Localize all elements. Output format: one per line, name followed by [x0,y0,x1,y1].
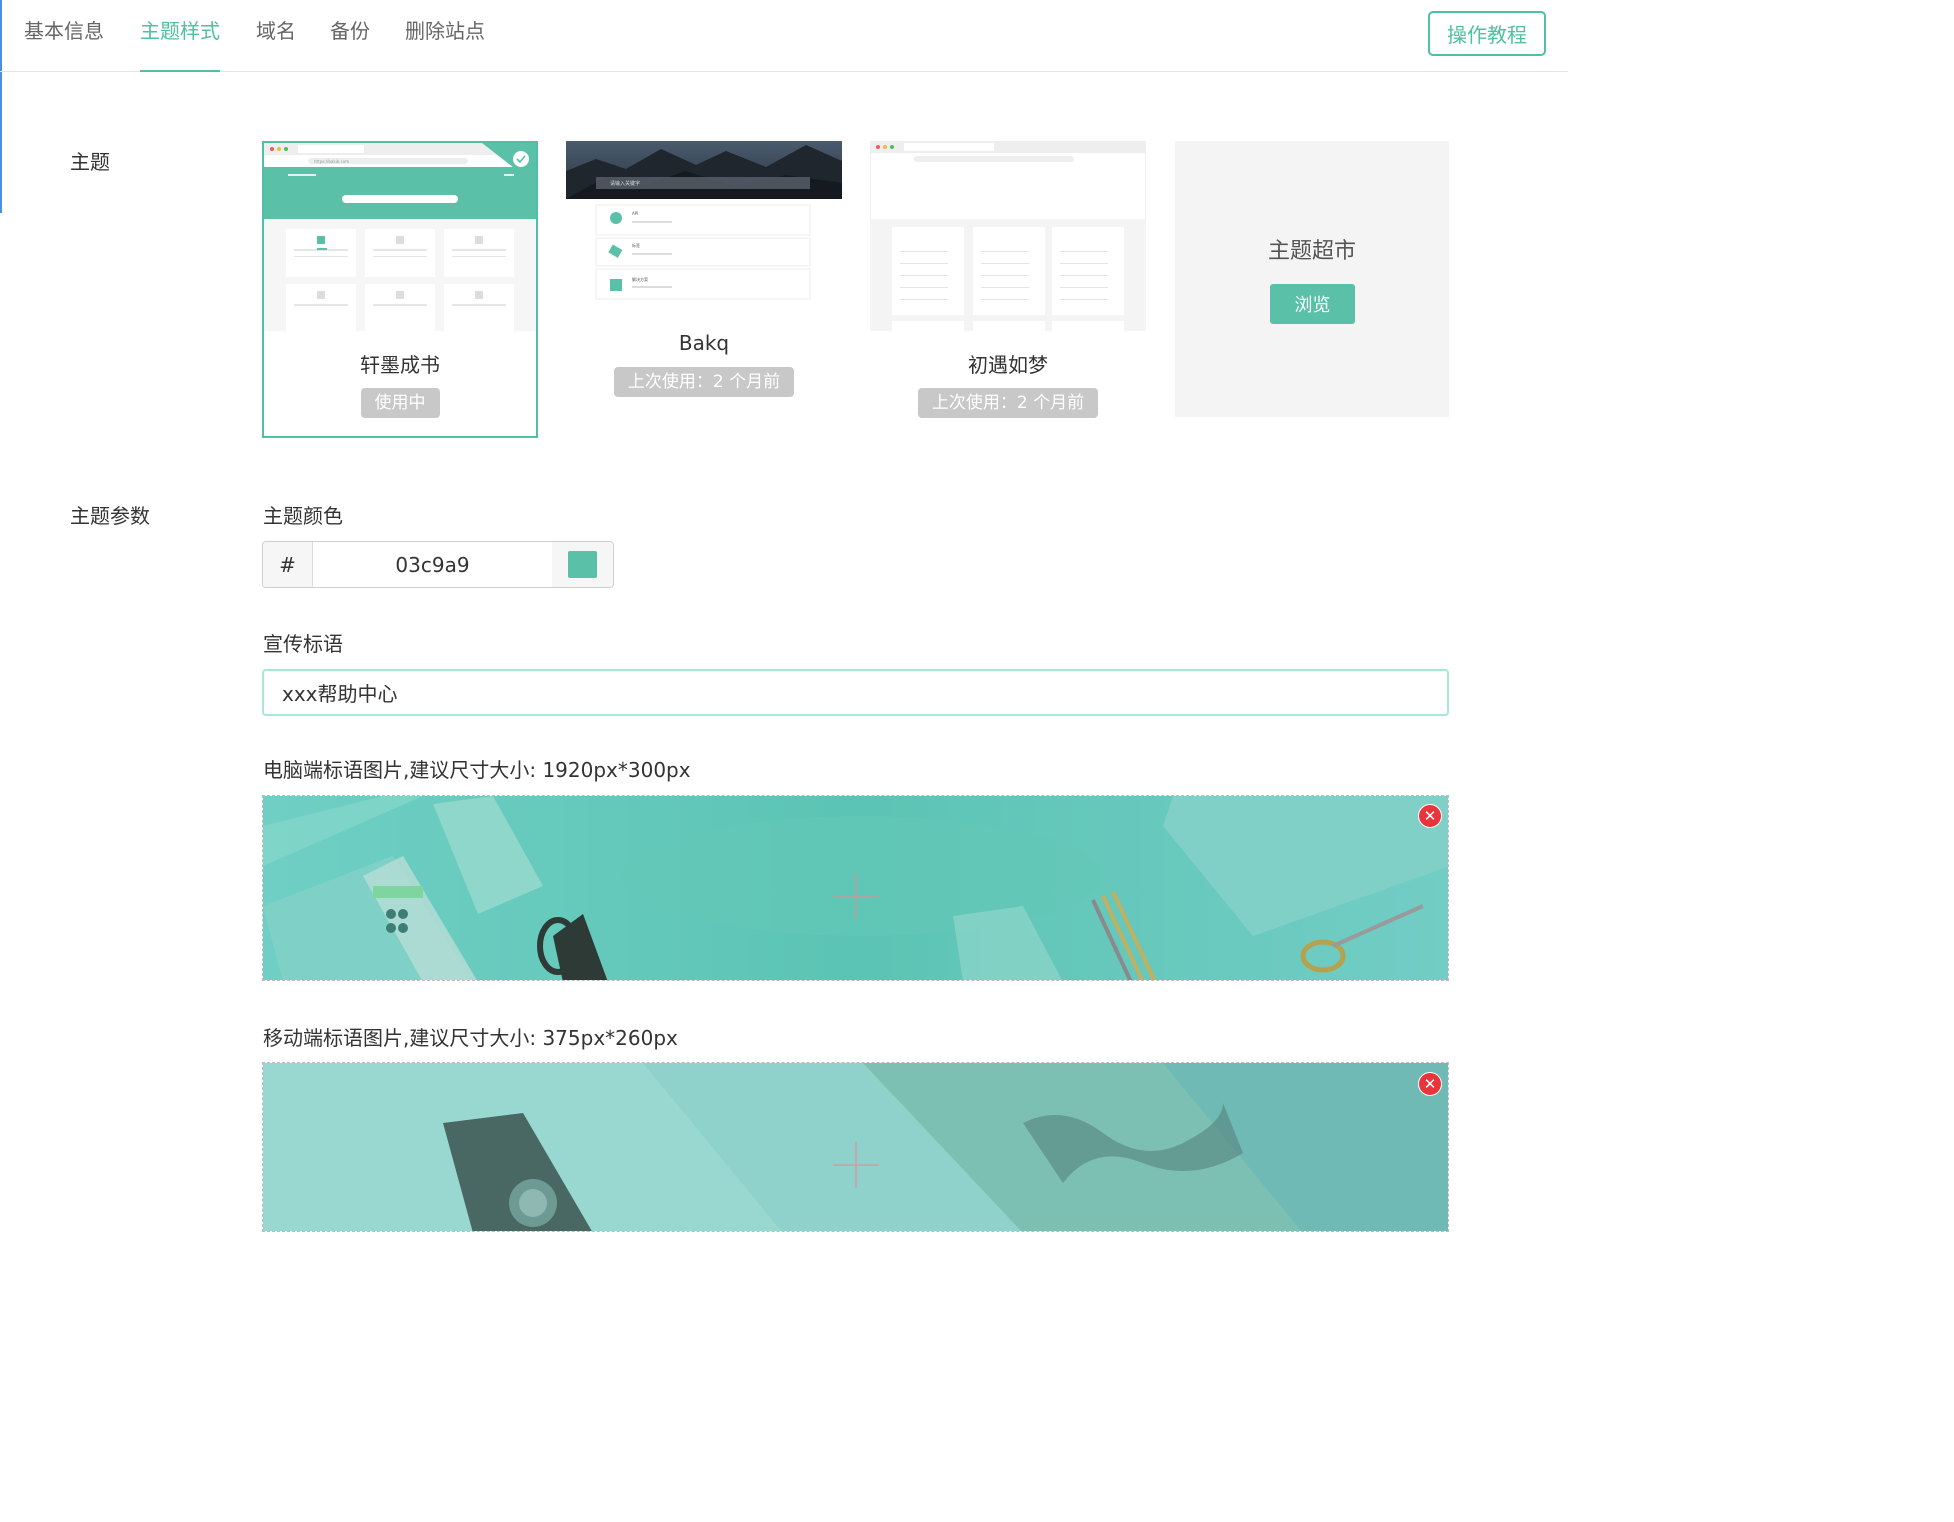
color-picker-trigger[interactable] [552,542,613,587]
tab-bar: 基本信息 主题样式 域名 备份 删除站点 操作教程 [0,0,1568,72]
add-image-icon[interactable] [833,874,879,920]
slogan-label: 宣传标语 [263,632,343,656]
pc-image-label: 电脑端标语图片,建议尺寸大小: 1920px*300px [263,758,691,782]
theme-status-badge: 使用中 [360,388,440,418]
color-swatch [568,551,597,578]
svg-text:标签: 标签 [632,242,640,248]
add-image-icon[interactable] [833,1142,879,1188]
tab-domain[interactable]: 域名 [256,16,296,72]
theme-thumbnail [870,141,1146,331]
theme-name: 轩墨成书 [360,353,440,377]
svg-text:请输入关键字: 请输入关键字 [610,180,640,187]
theme-color-input[interactable]: 03c9a9 [313,542,552,587]
remove-image-icon[interactable]: ✕ [1418,1072,1442,1096]
theme-thumbnail: https://bakib.com [264,143,536,331]
svg-text:API: API [632,211,638,216]
theme-name: 初遇如梦 [968,353,1048,377]
tab-backup[interactable]: 备份 [330,16,370,72]
theme-market-title: 主题超市 [1267,239,1356,264]
svg-text:解决方案: 解决方案 [632,276,648,282]
theme-card-xuanmo[interactable]: https://bakib.com 轩墨成书 使用中 [262,141,538,438]
svg-text:https://bakib.com: https://bakib.com [314,159,349,164]
slogan-input[interactable]: xxx帮助中心 [262,669,1449,716]
section-params-label: 主题参数 [70,504,150,528]
theme-name: Bakq [678,331,730,355]
section-theme-label: 主题 [70,150,110,174]
theme-color-field: # 03c9a9 [262,541,614,588]
theme-color-label: 主题颜色 [263,504,343,528]
theme-thumbnail: 请输入关键字 API 标签 解决方案 [566,141,842,311]
remove-image-icon[interactable]: ✕ [1418,804,1442,828]
hash-prefix: # [263,542,313,587]
theme-status-badge: 上次使用：2 个月前 [917,388,1099,418]
theme-market-card: 主题超市 浏览 [1175,141,1449,417]
mobile-image-label: 移动端标语图片,建议尺寸大小: 375px*260px [263,1026,678,1050]
tab-theme-style[interactable]: 主题样式 [140,16,220,72]
tab-basic-info[interactable]: 基本信息 [24,16,104,72]
browse-button[interactable]: 浏览 [1270,284,1355,324]
pc-image-upload[interactable]: ✕ [262,795,1449,981]
theme-status-badge: 上次使用：2 个月前 [613,367,795,397]
theme-card-bakq[interactable]: 请输入关键字 API 标签 解决方案 Bakq 上次使用：2 个月前 [566,141,842,397]
theme-card-chuyu[interactable]: 初遇如梦 上次使用：2 个月前 [870,141,1146,418]
mobile-image-upload[interactable]: ✕ [262,1062,1449,1232]
tab-delete-site[interactable]: 删除站点 [405,16,485,72]
tutorial-button[interactable]: 操作教程 [1428,11,1546,56]
